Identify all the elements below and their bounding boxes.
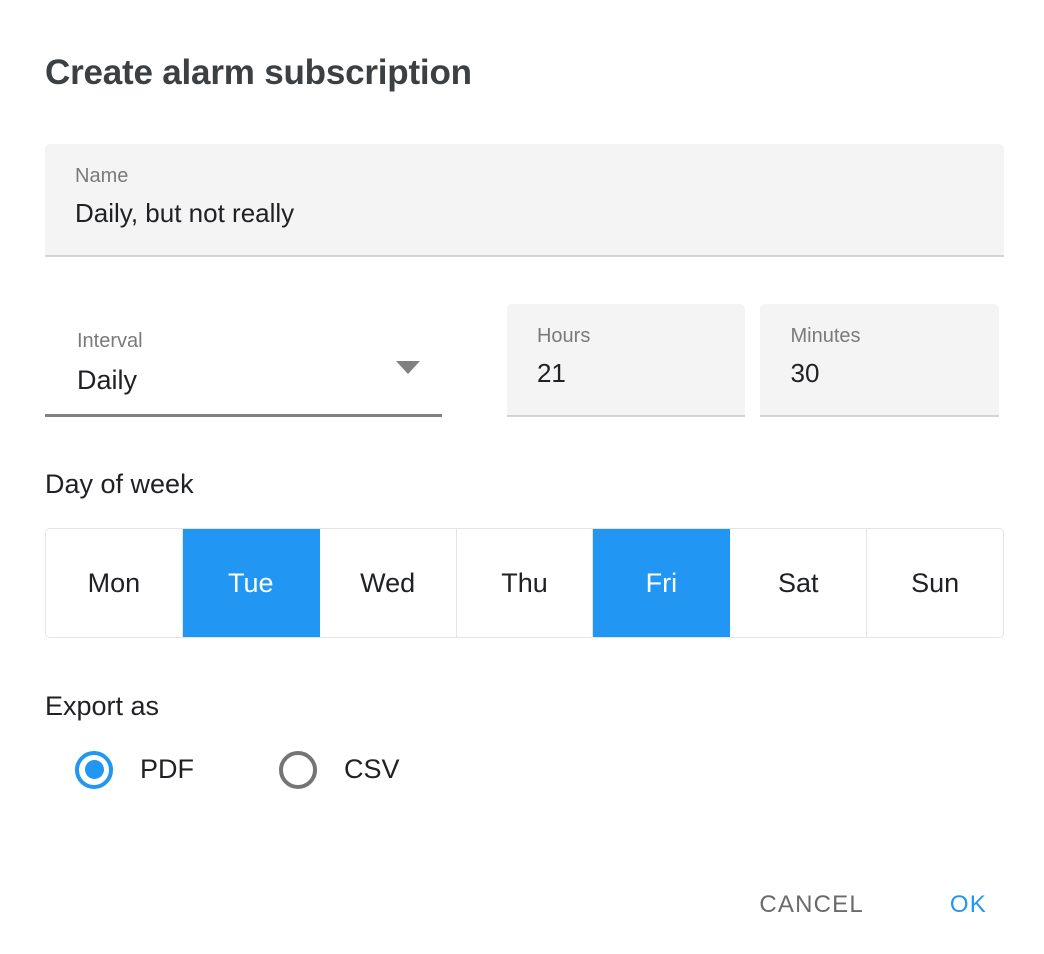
cancel-button[interactable]: CANCEL xyxy=(747,881,876,930)
interval-select-value: Daily xyxy=(77,365,138,395)
day-cell[interactable]: Mon xyxy=(46,529,183,638)
radio-unchecked-icon[interactable] xyxy=(279,750,317,789)
interval-select[interactable]: Interval Daily xyxy=(45,304,442,417)
day-cell[interactable]: Wed xyxy=(319,529,457,638)
day-cell[interactable]: Sat xyxy=(730,529,868,638)
day-cell-label: Sun xyxy=(911,567,960,598)
day-cell-label: Sat xyxy=(777,567,819,598)
day-of-week-label: Day of week xyxy=(45,469,194,499)
name-field-label: Name xyxy=(75,165,129,187)
page-title: Create alarm subscription xyxy=(45,53,472,92)
hours-field[interactable]: Hours 21 xyxy=(506,304,746,417)
schedule-controls-row: Interval Daily Hours 21 Minutes 30 xyxy=(45,304,999,417)
day-cell-label: Thu xyxy=(501,567,548,598)
chevron-down-icon[interactable] xyxy=(395,361,420,374)
hours-field-label: Hours xyxy=(536,325,591,347)
day-cell[interactable]: Thu xyxy=(456,529,594,638)
minutes-field-label: Minutes xyxy=(790,325,861,347)
day-cell[interactable]: Fri xyxy=(593,529,731,638)
day-cell-label: Tue xyxy=(228,567,274,598)
day-cell-label: Fri xyxy=(645,567,678,598)
minutes-field[interactable]: Minutes 30 xyxy=(760,304,999,417)
hours-field-value[interactable]: 21 xyxy=(537,358,716,389)
name-field[interactable]: Name Daily, but not really xyxy=(45,144,1004,257)
radio-option[interactable]: CSV xyxy=(279,750,400,789)
day-cell-label: Mon xyxy=(87,567,141,598)
day-cell-label: Wed xyxy=(360,567,416,598)
create-alarm-subscription-dialog: Create alarm subscription Name Daily, bu… xyxy=(0,0,1044,954)
export-format-radio-group: PDF CSV xyxy=(45,750,999,789)
dialog-actions: CANCEL OK xyxy=(747,881,999,930)
day-cell[interactable]: Tue xyxy=(182,529,320,638)
day-of-week-group: Mon Tue Wed Thu Fri Sat Sun xyxy=(45,528,1004,639)
export-as-label: Export as xyxy=(45,691,160,722)
interval-select-label: Interval xyxy=(77,330,143,352)
radio-option[interactable]: PDF xyxy=(75,750,194,789)
radio-checked-icon[interactable] xyxy=(75,750,113,789)
radio-option-label: CSV xyxy=(344,754,400,785)
minutes-field-value[interactable]: 30 xyxy=(790,358,969,389)
name-field-value[interactable]: Daily, but not really xyxy=(75,198,974,229)
radio-option-label: PDF xyxy=(140,754,194,785)
ok-button[interactable]: OK xyxy=(938,881,999,930)
day-cell[interactable]: Sun xyxy=(867,529,1003,638)
